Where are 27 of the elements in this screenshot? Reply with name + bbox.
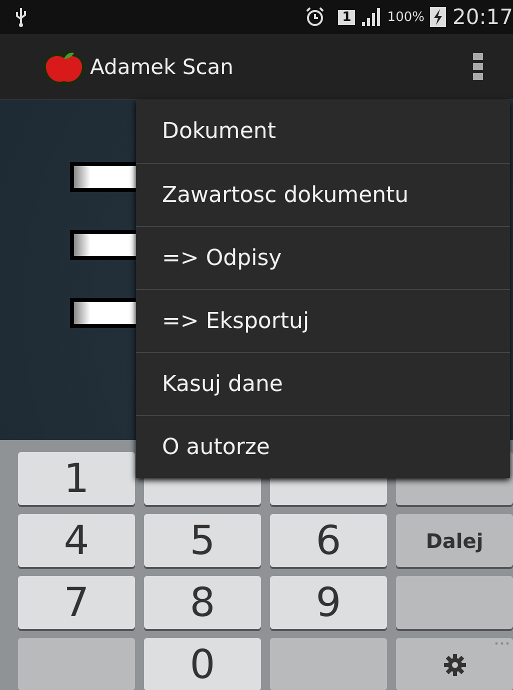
- digit-key[interactable]: 4: [18, 514, 135, 567]
- menu-item[interactable]: Kasuj dane: [136, 352, 510, 415]
- digit-key[interactable]: 8: [144, 576, 261, 629]
- digit-key[interactable]: 9: [270, 576, 387, 629]
- battery-percent: 100%: [387, 10, 424, 24]
- next-key[interactable]: Dalej: [396, 514, 513, 567]
- alarm-icon: [304, 6, 326, 28]
- digit-key[interactable]: 6: [270, 514, 387, 567]
- clock: 20:17: [452, 5, 513, 29]
- menu-item[interactable]: => Eksportuj: [136, 289, 510, 352]
- digit-key[interactable]: 0: [144, 638, 261, 690]
- menu-item[interactable]: Zawartosc dokumentu: [136, 163, 510, 226]
- signal-icon: [361, 8, 382, 26]
- digit-key[interactable]: 5: [144, 514, 261, 567]
- digit-key[interactable]: 7: [18, 576, 135, 629]
- menu-item[interactable]: Dokument: [136, 100, 510, 163]
- digit-key[interactable]: 1: [18, 452, 135, 505]
- usb-icon: [14, 7, 28, 27]
- overflow-menu-icon[interactable]: [473, 52, 483, 80]
- settings-icon: [442, 652, 466, 676]
- settings-key[interactable]: [396, 638, 513, 690]
- battery-charging-icon: [430, 7, 446, 27]
- app-title: Adamek Scan: [90, 54, 234, 78]
- menu-item[interactable]: => Odpisy: [136, 226, 510, 289]
- sim-indicator: 1: [338, 10, 356, 24]
- menu-item[interactable]: O autorze: [136, 415, 510, 478]
- more-icon: [495, 642, 509, 645]
